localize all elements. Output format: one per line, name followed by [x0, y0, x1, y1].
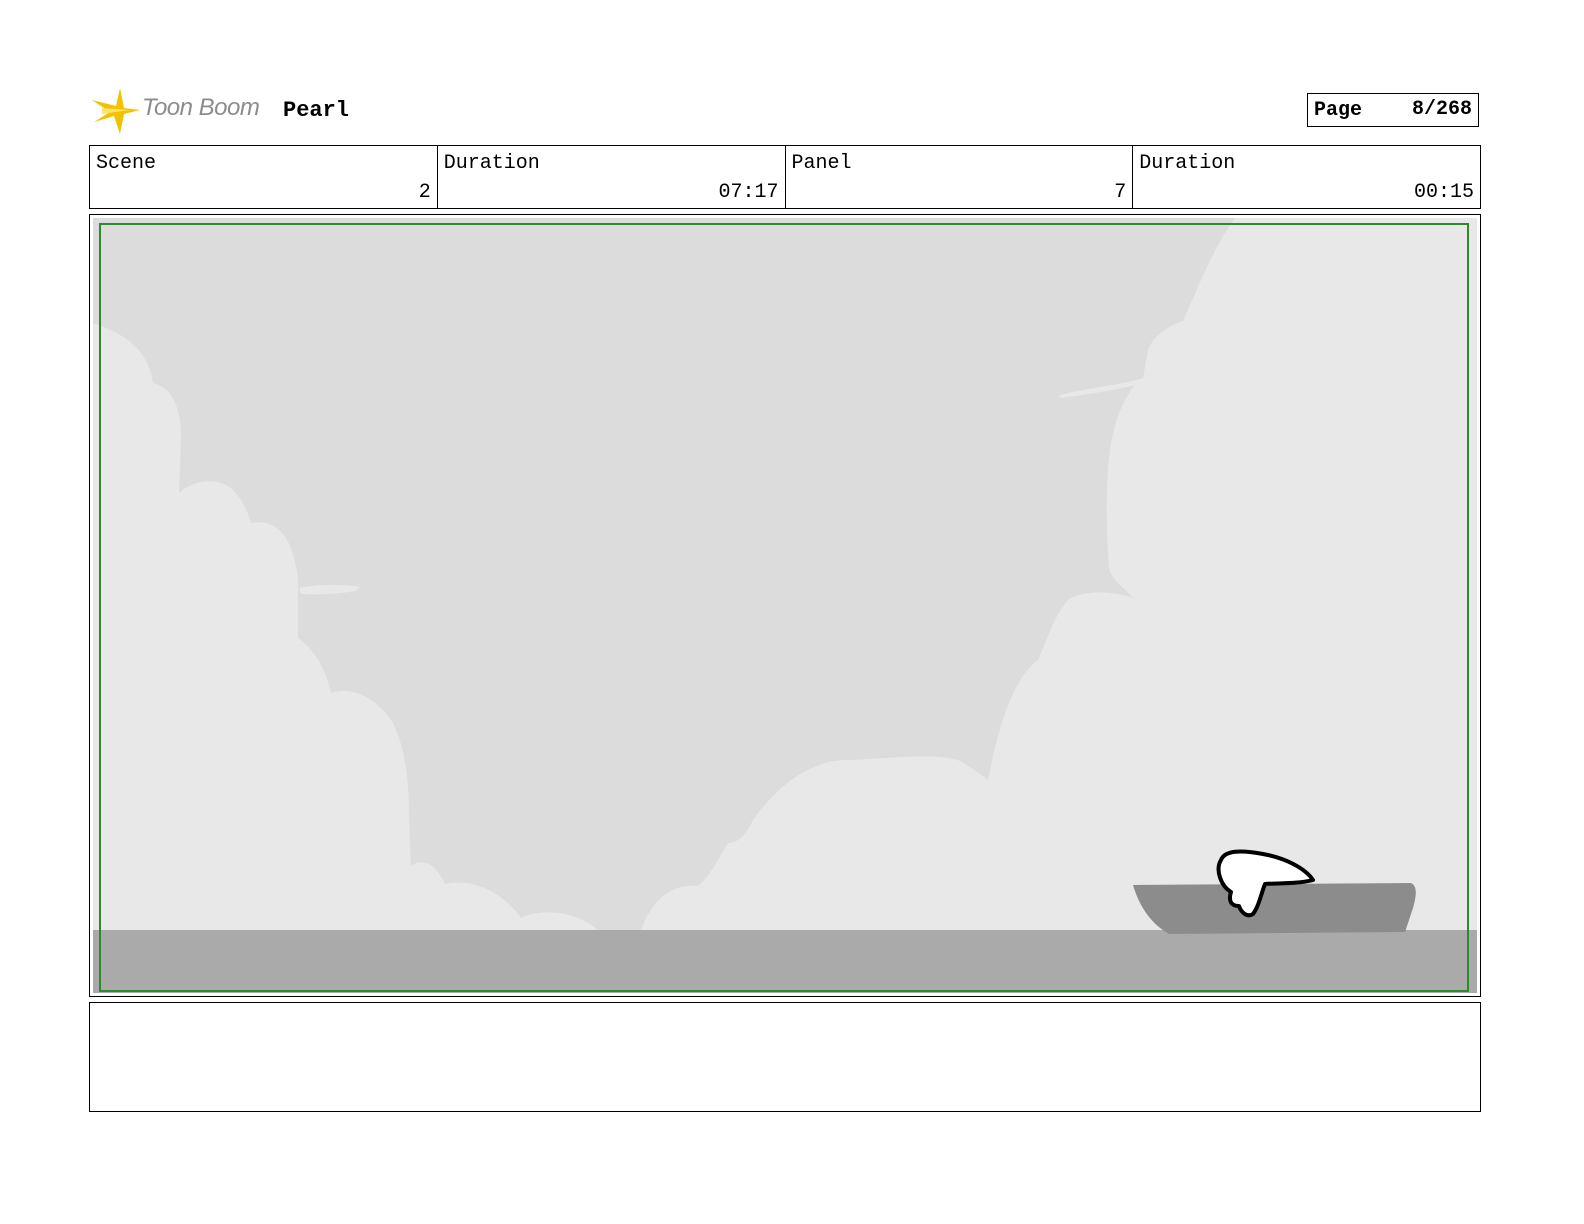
panel-info-table: Scene 2 Duration 07:17 Panel 7 Duration … — [89, 145, 1481, 209]
page-number: 8/268 — [1411, 98, 1472, 121]
page-indicator: Page 8/268 — [1307, 93, 1479, 127]
panel-duration-cell: Duration 00:15 — [1133, 146, 1480, 208]
panel-notes-area — [89, 1002, 1481, 1112]
scene-value: 2 — [418, 181, 431, 204]
panel-duration-label: Duration — [1139, 152, 1236, 175]
toon-boom-logo: Toon Boom — [90, 86, 280, 136]
storyboard-panel-frame — [89, 214, 1481, 997]
panel-cell: Panel 7 — [786, 146, 1134, 208]
scene-cell: Scene 2 — [90, 146, 438, 208]
scene-duration-label: Duration — [443, 152, 540, 175]
star-burst-icon — [92, 88, 140, 134]
panel-value: 7 — [1114, 181, 1127, 204]
page-label: Page — [1314, 99, 1363, 122]
scene-duration-cell: Duration 07:17 — [438, 146, 786, 208]
scene-label: Scene — [96, 152, 157, 175]
logo-text: Toon Boom — [142, 94, 260, 121]
panel-duration-value: 00:15 — [1413, 181, 1474, 204]
boat — [1133, 883, 1416, 934]
page-header: Toon Boom Pearl Page 8/268 — [90, 86, 1500, 136]
panel-artwork — [93, 218, 1477, 993]
panel-label: Panel — [791, 152, 852, 175]
project-title: Pearl — [283, 98, 350, 123]
sea — [93, 930, 1477, 993]
scene-duration-value: 07:17 — [718, 181, 779, 204]
